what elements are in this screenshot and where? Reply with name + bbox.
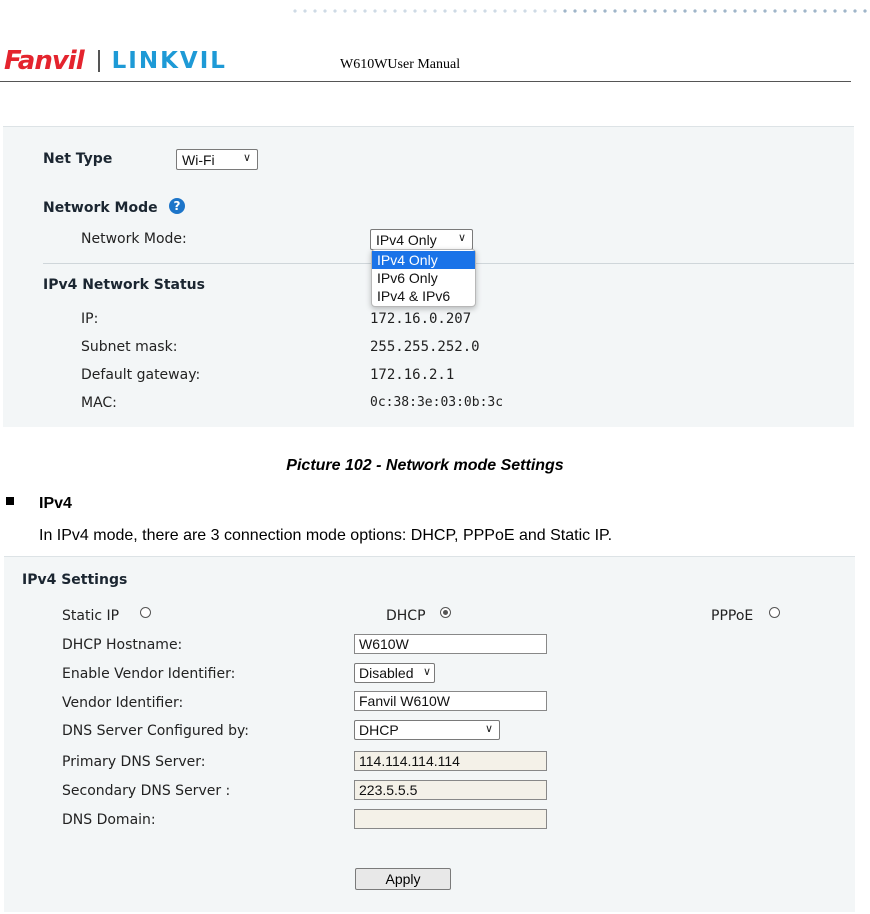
subnet-value: 255.255.252.0 — [370, 339, 480, 355]
network-mode-value: IPv4 Only — [376, 232, 437, 248]
brand-logo: Fanvil LINKVIL — [4, 46, 227, 76]
dropdown-option[interactable]: IPv4 Only — [372, 251, 475, 269]
net-type-label: Net Type — [43, 151, 113, 167]
vendor-id-input[interactable]: Fanvil W610W — [354, 691, 547, 711]
enable-vendor-id-select[interactable]: Disabled ∨ — [354, 663, 435, 683]
vendor-id-label: Vendor Identifier: — [62, 695, 184, 711]
ip-label: IP: — [81, 311, 99, 327]
net-type-value: Wi-Fi — [182, 152, 215, 168]
linkvil-logo: LINKVIL — [111, 48, 227, 74]
dns-domain-label: DNS Domain: — [62, 812, 156, 828]
network-mode-dropdown: IPv4 Only IPv6 Only IPv4 & IPv6 — [371, 249, 476, 307]
help-icon[interactable]: ? — [169, 198, 185, 214]
apply-button[interactable]: Apply — [355, 868, 451, 890]
dhcp-radio[interactable] — [440, 607, 451, 618]
enable-vendor-id-value: Disabled — [359, 665, 414, 681]
network-mode-panel: Net Type Wi-Fi ∨ Network Mode ? Network … — [3, 126, 854, 427]
ipv4-status-heading: IPv4 Network Status — [43, 277, 205, 293]
ip-value: 172.16.0.207 — [370, 311, 472, 327]
chevron-down-icon: ∨ — [457, 232, 466, 244]
primary-dns-label: Primary DNS Server: — [62, 754, 206, 770]
bullet-square-icon — [6, 497, 14, 505]
fanvil-logo: Fanvil — [4, 46, 85, 76]
static-ip-label: Static IP — [62, 608, 120, 624]
dns-config-label: DNS Server Configured by: — [62, 723, 250, 739]
ipv4-settings-title: IPv4 Settings — [22, 572, 128, 588]
secondary-dns-label: Secondary DNS Server : — [62, 783, 231, 799]
manual-title: W610WUser Manual — [340, 57, 461, 72]
chevron-down-icon: ∨ — [484, 723, 493, 735]
mac-label: MAC: — [81, 395, 117, 411]
network-mode-heading: Network Mode — [43, 200, 158, 216]
dns-config-value: DHCP — [359, 722, 399, 738]
pppoe-radio[interactable] — [769, 607, 780, 618]
decorative-dots-dark — [560, 8, 868, 14]
gateway-value: 172.16.2.1 — [370, 367, 455, 383]
gateway-label: Default gateway: — [81, 367, 201, 383]
dhcp-hostname-label: DHCP Hostname: — [62, 637, 183, 653]
mac-value: 0c:38:3e:03:0b:3c — [370, 395, 504, 410]
dropdown-option[interactable]: IPv6 Only — [372, 269, 475, 287]
section-heading: IPv4 — [39, 495, 72, 512]
dhcp-label: DHCP — [386, 608, 426, 624]
pppoe-label: PPPoE — [711, 608, 754, 624]
dhcp-hostname-input[interactable]: W610W — [354, 634, 547, 654]
figure-caption: Picture 102 - Network mode Settings — [286, 457, 564, 474]
header-divider — [0, 81, 851, 82]
subnet-label: Subnet mask: — [81, 339, 178, 355]
static-ip-radio[interactable] — [140, 607, 151, 618]
primary-dns-input[interactable]: 114.114.114.114 — [354, 751, 547, 771]
logo-separator — [97, 50, 100, 72]
secondary-dns-input[interactable]: 223.5.5.5 — [354, 780, 547, 800]
network-mode-select[interactable]: IPv4 Only ∨ — [370, 229, 473, 250]
dns-config-select[interactable]: DHCP ∨ — [354, 720, 500, 740]
chevron-down-icon: ∨ — [242, 152, 251, 164]
ipv4-settings-panel: IPv4 Settings Static IP DHCP PPPoE DHCP … — [4, 556, 855, 912]
dropdown-option[interactable]: IPv4 & IPv6 — [372, 287, 475, 305]
network-mode-label: Network Mode: — [81, 231, 187, 247]
net-type-select[interactable]: Wi-Fi ∨ — [176, 149, 258, 170]
chevron-down-icon: ∨ — [422, 666, 431, 678]
enable-vendor-id-label: Enable Vendor Identifier: — [62, 666, 236, 682]
section-text: In IPv4 mode, there are 3 connection mod… — [39, 527, 613, 544]
dns-domain-input[interactable] — [354, 809, 547, 829]
